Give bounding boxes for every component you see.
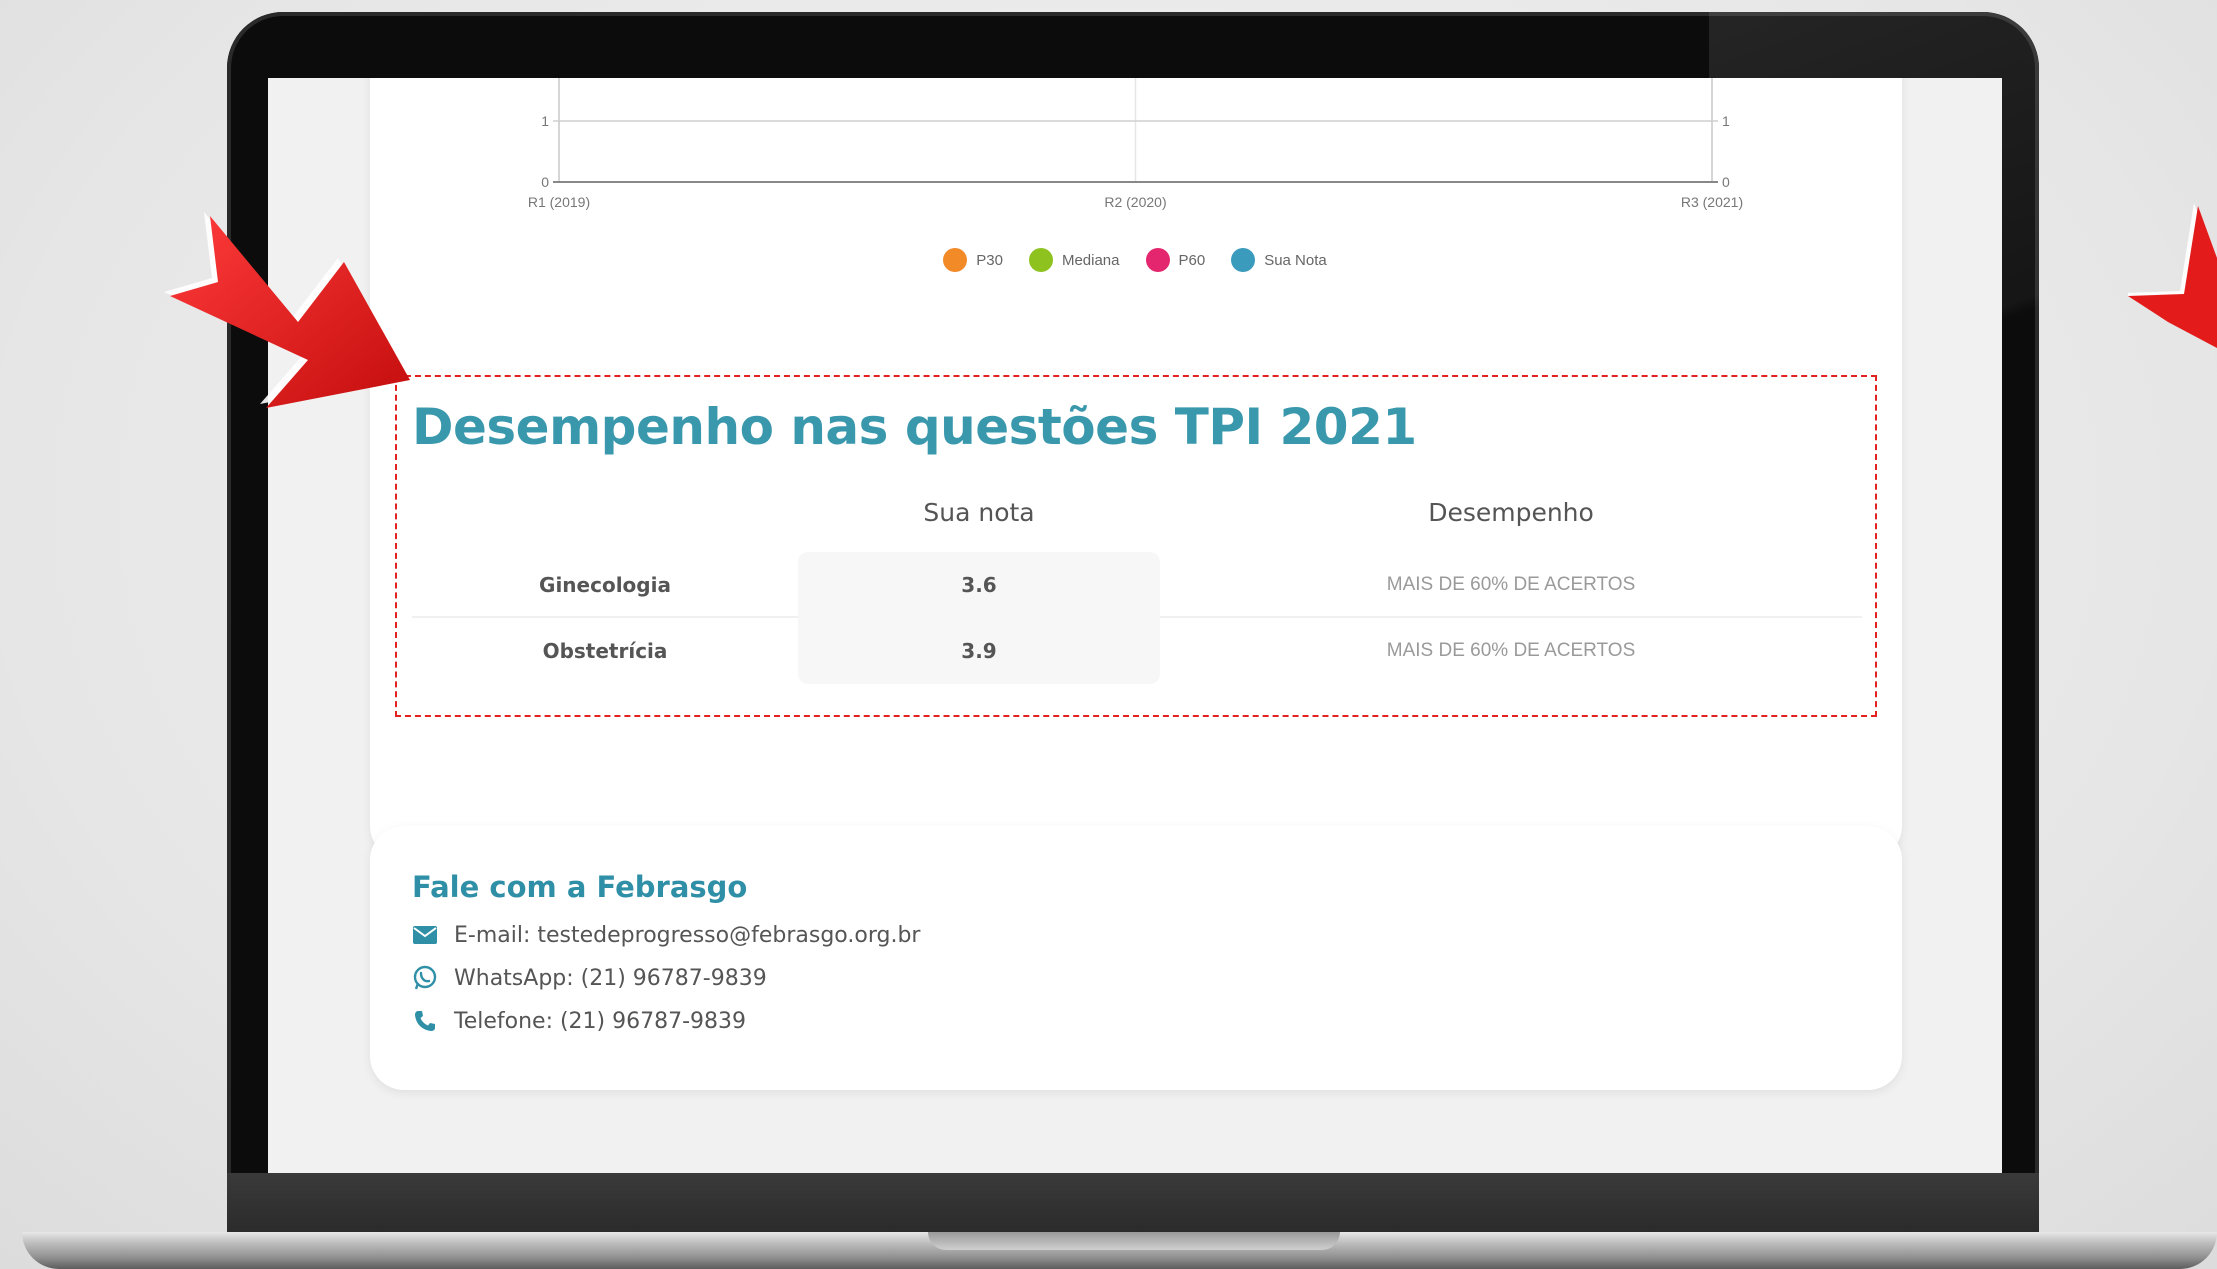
legend-dot bbox=[1145, 248, 1170, 272]
table-row: Ginecologia 3.6 MAIS DE 60% DE ACERTOS bbox=[412, 552, 1862, 618]
laptop-bezel bbox=[227, 1173, 2039, 1232]
whatsapp-icon bbox=[412, 965, 438, 991]
arrow-left-icon bbox=[164, 212, 410, 408]
legend-label: P60 bbox=[1178, 251, 1206, 269]
chart-legend: P30 Mediana P60 Sua Nota bbox=[268, 248, 2002, 272]
contact-phone[interactable]: Telefone: (21) 96787-9839 bbox=[412, 1008, 746, 1034]
score-cell: 3.6 bbox=[798, 552, 1160, 618]
legend-dot bbox=[1028, 248, 1053, 272]
legend-label: Mediana bbox=[1061, 251, 1120, 269]
y-tick-label-left: 1 bbox=[541, 113, 549, 129]
x-tick-label: R3 (2021) bbox=[1681, 194, 1743, 210]
legend-label: Sua Nota bbox=[1264, 251, 1327, 269]
performance-cell: MAIS DE 60% DE ACERTOS bbox=[1386, 574, 1636, 595]
phone-text[interactable]: Telefone: (21) 96787-9839 bbox=[454, 1009, 746, 1034]
arrow-right-icon bbox=[2128, 203, 2217, 348]
contact-title: Fale com a Febrasgo bbox=[412, 870, 748, 904]
legend-item[interactable]: P60 bbox=[1145, 248, 1206, 272]
header-score: Sua nota bbox=[923, 498, 1035, 527]
subject-cell: Ginecologia bbox=[539, 573, 671, 597]
legend-dot bbox=[1231, 248, 1256, 272]
whatsapp-text[interactable]: WhatsApp: (21) 96787-9839 bbox=[454, 966, 767, 991]
phone-icon bbox=[412, 1008, 438, 1034]
contact-whatsapp[interactable]: WhatsApp: (21) 96787-9839 bbox=[412, 965, 767, 991]
y-tick-label-right: 1 bbox=[1722, 113, 1730, 129]
score-cell: 3.9 bbox=[798, 618, 1160, 684]
legend-item[interactable]: P30 bbox=[943, 248, 1003, 272]
table-row: Obstetrícia 3.9 MAIS DE 60% DE ACERTOS bbox=[412, 618, 1862, 684]
y-tick-label-right: 0 bbox=[1722, 174, 1730, 190]
screen: 0 1 0 1 R1 (2019) R2 (2020) R3 (2021) P30 Media… bbox=[268, 78, 2002, 1173]
email-text[interactable]: E-mail: testedeprogresso@febrasgo.org.br bbox=[454, 923, 920, 948]
contact-email[interactable]: E-mail: testedeprogresso@febrasgo.org.br bbox=[412, 922, 920, 948]
legend-item[interactable]: Mediana bbox=[1028, 248, 1120, 272]
header-performance: Desempenho bbox=[1428, 498, 1594, 527]
line-chart: 0 1 0 1 R1 (2019) R2 (2020) R3 (2021) bbox=[528, 78, 1743, 210]
contact-card bbox=[370, 826, 1902, 1090]
x-tick-label: R2 (2020) bbox=[1104, 194, 1166, 210]
email-icon bbox=[412, 922, 438, 948]
legend-label: P30 bbox=[976, 251, 1003, 269]
subject-cell: Obstetrícia bbox=[542, 639, 668, 663]
performance-cell: MAIS DE 60% DE ACERTOS bbox=[1386, 640, 1636, 661]
laptop-notch bbox=[928, 1232, 1340, 1250]
legend-dot bbox=[943, 248, 968, 272]
x-tick-label: R1 (2019) bbox=[528, 194, 590, 210]
legend-item[interactable]: Sua Nota bbox=[1231, 248, 1327, 272]
y-tick-label-left: 0 bbox=[541, 174, 549, 190]
performance-title: Desempenho nas questões TPI 2021 bbox=[412, 398, 1417, 456]
